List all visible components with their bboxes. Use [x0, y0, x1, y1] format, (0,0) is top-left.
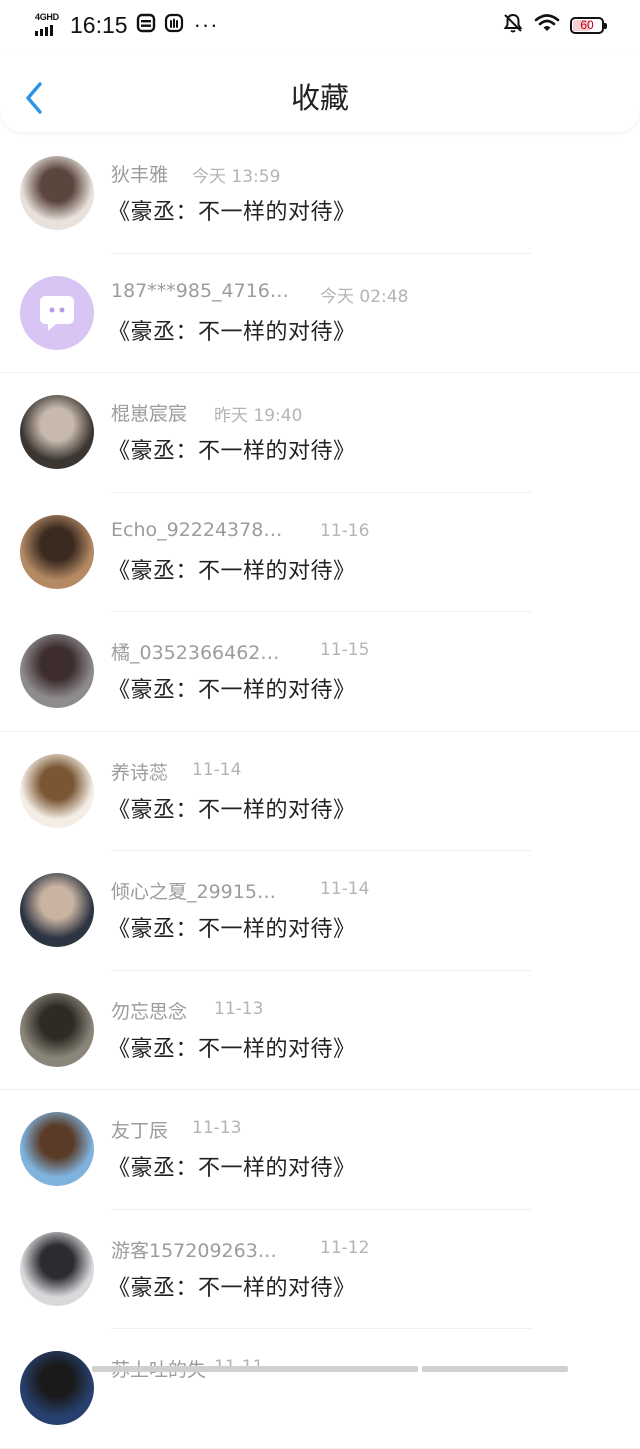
list-item[interactable]: 苏上吐的失11-11	[0, 1329, 640, 1449]
book-title: 《豪丞：不一样的对待》	[108, 319, 356, 345]
book-title: 《豪丞：不一样的对待》	[108, 678, 356, 703]
user-name: 游客157209263…	[111, 1239, 277, 1262]
list-item[interactable]: 勿忘思念 11-13 《豪丞：不一样的对待》	[0, 971, 640, 1090]
book-title: 《豪丞：不一样的对待》	[108, 1156, 356, 1181]
scroll-indicator	[92, 1366, 568, 1372]
user-name: 养诗蕊	[111, 761, 169, 784]
list-item[interactable]: 友丁辰 11-13 《豪丞：不一样的对待》	[0, 1090, 640, 1210]
avatar[interactable]	[20, 395, 94, 469]
favorite-time: 11-14	[320, 879, 370, 899]
favorite-time: 11-16	[320, 520, 370, 541]
user-name: 棍崽宸宸	[111, 403, 188, 425]
favorite-time: 昨天 19:40	[214, 406, 303, 426]
avatar[interactable]	[20, 1112, 94, 1186]
avatar[interactable]	[20, 992, 94, 1067]
status-bar: 4GHD 16:15 ··· 60	[0, 0, 640, 52]
divider	[0, 1447, 640, 1449]
avatar[interactable]	[20, 873, 94, 947]
list-item[interactable]: 养诗蕊 11-14 《豪丞：不一样的对待》	[0, 732, 640, 851]
gesture-icon	[164, 13, 184, 37]
book-title: 《豪丞：不一样的对待》	[108, 1275, 356, 1301]
avatar[interactable]	[20, 634, 94, 708]
signal-bars-icon: 4GHD	[34, 11, 64, 39]
avatar[interactable]	[20, 275, 94, 350]
list-item[interactable]: 棍崽宸宸 昨天 19:40 《豪丞：不一样的对待》	[0, 373, 640, 493]
book-title: 《豪丞：不一样的对待》	[108, 439, 356, 464]
favorite-time: 今天 13:59	[192, 167, 281, 187]
user-name: 友丁辰	[111, 1120, 169, 1142]
list-item[interactable]: 狄丰雅 今天 13:59 《豪丞：不一样的对待》	[0, 134, 640, 254]
list-item[interactable]: 倾心之夏_29915… 11-14 《豪丞：不一样的对待》	[0, 851, 640, 971]
battery-icon: 60	[570, 16, 607, 34]
network-type: 4GHD	[35, 12, 59, 22]
favorite-time: 今天 02:48	[320, 286, 409, 307]
user-name: 倾心之夏_29915…	[111, 881, 276, 903]
favorite-time: 11-15	[320, 640, 370, 660]
more-dots-icon: ···	[193, 12, 219, 37]
list-item[interactable]: 游客157209263… 11-12 《豪丞：不一样的对待》	[0, 1210, 640, 1329]
user-name: 187***985_4716…	[111, 279, 289, 302]
user-name: 橘_0352366462…	[111, 642, 280, 664]
list-item[interactable]: 187***985_4716… 今天 02:48 《豪丞：不一样的对待》	[0, 254, 640, 373]
favorite-time: 11-13	[214, 998, 264, 1019]
book-title: 《豪丞：不一样的对待》	[108, 1036, 356, 1062]
favorite-time: 11-14	[192, 759, 242, 780]
book-title: 《豪丞：不一样的对待》	[108, 558, 356, 584]
battery-level: 60	[580, 18, 594, 32]
book-title: 《豪丞：不一样的对待》	[108, 797, 356, 823]
user-name: 勿忘思念	[111, 1000, 188, 1023]
book-title: 《豪丞：不一样的对待》	[108, 200, 356, 225]
avatar[interactable]	[20, 156, 94, 230]
card-icon	[136, 13, 156, 37]
page-header: 收藏	[0, 52, 640, 132]
status-time: 16:15	[70, 11, 128, 38]
avatar[interactable]	[20, 1351, 94, 1425]
avatar[interactable]	[20, 1231, 94, 1306]
page-title: 收藏	[290, 81, 349, 115]
user-name: 狄丰雅	[111, 164, 169, 186]
user-name: Echo_92224378…	[111, 518, 283, 541]
avatar[interactable]	[20, 753, 94, 828]
favorites-list: 狄丰雅 今天 13:59 《豪丞：不一样的对待》 187***985_4716… 今天 …	[0, 134, 640, 1449]
wifi-icon	[534, 12, 560, 38]
mute-bell-icon	[502, 12, 524, 38]
favorite-time: 11-12	[320, 1237, 370, 1258]
avatar[interactable]	[20, 514, 94, 589]
book-title: 《豪丞：不一样的对待》	[108, 917, 356, 942]
list-item[interactable]: 橘_0352366462… 11-15 《豪丞：不一样的对待》	[0, 612, 640, 732]
favorite-time: 11-13	[192, 1118, 242, 1138]
list-item[interactable]: Echo_92224378… 11-16 《豪丞：不一样的对待》	[0, 493, 640, 612]
